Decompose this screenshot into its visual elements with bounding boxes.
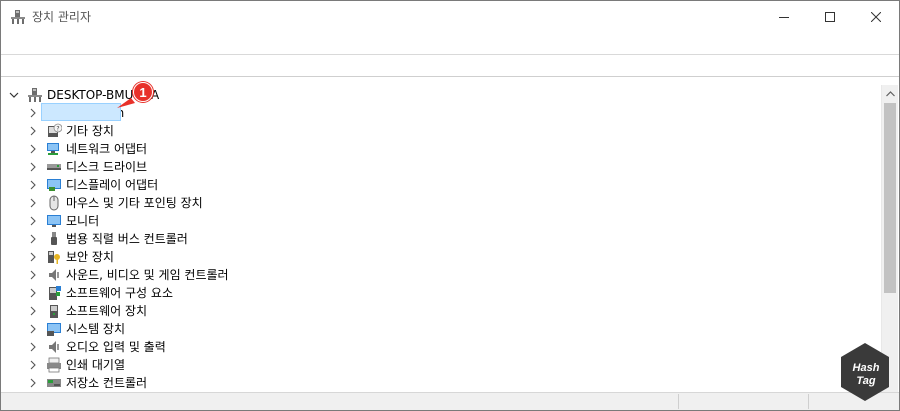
- chevron-right-icon[interactable]: [28, 306, 38, 316]
- audio-io-icon: [49, 341, 59, 353]
- minimize-icon: [779, 17, 789, 18]
- chevron-right-icon[interactable]: [28, 324, 38, 334]
- network-adapter-icon: [47, 143, 59, 155]
- storage-controller-icon: [47, 379, 61, 387]
- tree-category-label: 소프트웨어 장치: [66, 304, 148, 318]
- tree-category-row[interactable]: 마우스 및 기타 포인팅 장치: [1, 194, 881, 212]
- device-tree: DESKTOP-BMU A Bluetooth?기타 장치네트워크 어댑터디스크…: [1, 81, 881, 392]
- chevron-right-icon[interactable]: [28, 288, 38, 298]
- chevron-right-icon[interactable]: [28, 108, 38, 118]
- chevron-right-icon[interactable]: [28, 144, 38, 154]
- sound-icon: [49, 269, 59, 281]
- chevron-right-icon[interactable]: [28, 378, 38, 388]
- window-title: 장치 관리자: [32, 10, 92, 24]
- tree-category-row[interactable]: 디스플레이 어댑터: [1, 176, 881, 194]
- callout-badge: 1: [133, 82, 153, 102]
- tree-category-label: 모니터: [66, 214, 100, 228]
- chevron-right-icon[interactable]: [28, 342, 38, 352]
- svg-text:Hash: Hash: [853, 362, 880, 374]
- toolbar: [1, 55, 899, 77]
- computer-icon: [28, 88, 42, 102]
- tree-category-row[interactable]: ? 기타 장치: [1, 122, 881, 140]
- security-device-icon: [48, 251, 60, 264]
- tree-category-row[interactable]: 보안 장치: [1, 248, 881, 266]
- tree-category-row[interactable]: 사운드, 비디오 및 게임 컨트롤러: [1, 266, 881, 284]
- tree-category-row[interactable]: 디스크 드라이브: [1, 158, 881, 176]
- chevron-right-icon[interactable]: [28, 234, 38, 244]
- device-manager-icon: [11, 10, 25, 24]
- scroll-up-button[interactable]: [882, 87, 899, 101]
- status-cell-secondary: [679, 394, 809, 409]
- status-cell-main: [1, 394, 679, 409]
- chevron-right-icon[interactable]: [28, 270, 38, 280]
- tree-category-row[interactable]: 소프트웨어 구성 요소: [1, 284, 881, 302]
- chevron-up-icon: [886, 91, 895, 97]
- tree-category-row[interactable]: 오디오 입력 및 출력: [1, 338, 881, 356]
- tree-category-row[interactable]: 인쇄 대기열: [1, 356, 881, 374]
- monitor-icon: [47, 215, 61, 227]
- tree-category-label: 기타 장치: [66, 124, 114, 138]
- tree-category-label: 오디오 입력 및 출력: [66, 340, 166, 354]
- tree-category-label: 소프트웨어 구성 요소: [66, 286, 173, 300]
- display-adapter-icon: [47, 179, 61, 191]
- tree-category-label: 보안 장치: [66, 250, 114, 264]
- status-bar: [1, 392, 899, 410]
- tree-category-label: 시스템 장치: [66, 322, 126, 336]
- chevron-right-icon[interactable]: [28, 180, 38, 190]
- tree-category-label: 디스플레이 어댑터: [66, 178, 159, 192]
- title-bar: 장치 관리자: [1, 1, 899, 33]
- close-icon: [871, 12, 881, 22]
- chevron-right-icon[interactable]: [28, 360, 38, 370]
- tree-category-label: 네트워크 어댑터: [66, 142, 148, 156]
- tree-category-row[interactable]: 저장소 컨트롤러: [1, 374, 881, 392]
- chevron-right-icon[interactable]: [28, 126, 38, 136]
- maximize-button[interactable]: [807, 1, 853, 33]
- tree-category-label: 사운드, 비디오 및 게임 컨트롤러: [66, 268, 229, 282]
- unknown-device-icon: ?: [48, 123, 62, 137]
- tree-category-row[interactable]: 모니터: [1, 212, 881, 230]
- maximize-icon: [825, 12, 835, 22]
- system-device-icon: [47, 323, 61, 336]
- device-manager-window: 장치 관리자 DESKTOP-BMU A ? 기타 장치 네트워크 어댑터 디스…: [0, 0, 900, 411]
- chevron-down-icon[interactable]: [9, 90, 19, 100]
- tree-category-row[interactable]: 네트워크 어댑터: [1, 140, 881, 158]
- tree-category-row[interactable]: 범용 직렬 버스 컨트롤러: [1, 230, 881, 248]
- chevron-right-icon[interactable]: [28, 198, 38, 208]
- tree-category-label: 디스크 드라이브: [66, 160, 148, 174]
- svg-text:Tag: Tag: [856, 375, 875, 387]
- tree-category-label: 저장소 컨트롤러: [66, 376, 148, 390]
- tree-category-label: 마우스 및 기타 포인팅 장치: [66, 196, 203, 210]
- tree-category-label: 범용 직렬 버스 컨트롤러: [66, 232, 188, 246]
- disk-drive-icon: [47, 164, 61, 170]
- software-device-icon: [50, 305, 58, 318]
- tree-category-row[interactable]: 소프트웨어 장치: [1, 302, 881, 320]
- scroll-thumb[interactable]: [884, 103, 896, 293]
- menu-bar: [1, 33, 899, 55]
- selection-highlight: [41, 103, 121, 121]
- mouse-icon: [49, 195, 59, 211]
- minimize-button[interactable]: [761, 1, 807, 33]
- chevron-right-icon[interactable]: [28, 162, 38, 172]
- close-button[interactable]: [853, 1, 899, 33]
- tree-category-row[interactable]: 시스템 장치: [1, 320, 881, 338]
- software-component-icon: [49, 286, 61, 300]
- print-queue-icon: [47, 357, 61, 373]
- chevron-right-icon[interactable]: [28, 252, 38, 262]
- svg-text:?: ?: [56, 126, 59, 133]
- tree-category-label: 인쇄 대기열: [66, 358, 126, 372]
- usb-icon: [51, 232, 57, 245]
- chevron-right-icon[interactable]: [28, 216, 38, 226]
- hashtag-watermark-logo: Hash Tag: [841, 343, 889, 401]
